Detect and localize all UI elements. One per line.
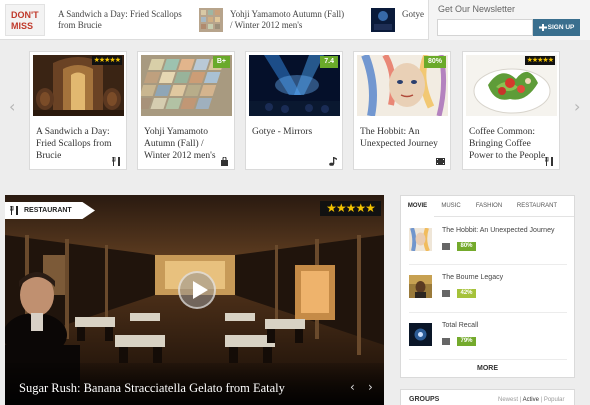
- film-icon: [436, 158, 445, 165]
- shopping-bag-icon: [221, 157, 228, 166]
- carousel-card[interactable]: ★★★★★ Coffee Common: Bringing Coffee Pow…: [462, 51, 560, 170]
- carousel-prev-button[interactable]: ‹: [9, 97, 15, 116]
- card-score-badge: B+: [212, 56, 230, 68]
- sign-up-label: SIGN UP: [547, 24, 575, 31]
- movie-thumbnail: [409, 323, 432, 346]
- film-icon: [442, 290, 450, 297]
- card-title[interactable]: A Sandwich a Day: Fried Scallops from Br…: [36, 126, 116, 162]
- ticker-item-title[interactable]: Gotye: [402, 9, 424, 20]
- tab-fashion[interactable]: FASHION: [471, 196, 507, 217]
- groups-filter: Newest | Active | Popular: [498, 397, 565, 403]
- list-item[interactable]: The Bourne Legacy 42%: [401, 265, 574, 311]
- top-bar: DON'T MISS A Sandwich a Day: Fried Scall…: [0, 0, 590, 40]
- carousel-next-button[interactable]: ›: [574, 97, 580, 116]
- category-tag[interactable]: RESTAURANT REVIEW: [5, 202, 95, 219]
- movie-score-badge: 42%: [457, 289, 476, 298]
- newsletter-box: Get Our Newsletter SIGN UP: [428, 0, 590, 40]
- carousel-card[interactable]: B+ Yohji Yamamoto Autumn (Fall) / Winter…: [137, 51, 235, 170]
- card-title[interactable]: The Hobbit: An Unexpected Journey: [360, 126, 440, 150]
- featured-next-button[interactable]: ›: [368, 380, 373, 394]
- filter-active[interactable]: Active: [523, 397, 539, 403]
- ticker-item-title[interactable]: Yohji Yamamoto Autumn (Fall) / Winter 20…: [230, 9, 348, 31]
- movie-title[interactable]: The Bourne Legacy: [442, 274, 503, 281]
- movie-title[interactable]: Total Recall: [442, 322, 478, 329]
- featured-star-rating: ★★★★★: [320, 201, 381, 216]
- music-note-icon: [329, 157, 337, 166]
- card-title[interactable]: Gotye - Mirrors: [252, 126, 332, 138]
- tab-widget: MOVIE MUSIC FASHION RESTAURANT The Hobbi…: [400, 195, 575, 378]
- card-score-badge: 80%: [423, 56, 446, 68]
- fork-knife-icon: [112, 157, 120, 166]
- movie-score-badge: 80%: [457, 242, 476, 251]
- filter-popular[interactable]: Popular: [544, 397, 565, 403]
- groups-widget: GROUPS Newest | Active | Popular: [400, 389, 575, 405]
- movie-score-badge: 79%: [457, 337, 476, 346]
- sign-up-button[interactable]: SIGN UP: [533, 19, 580, 36]
- featured-title[interactable]: Sugar Rush: Banana Stracciatella Gelato …: [19, 381, 285, 396]
- list-item[interactable]: The Hobbit: An Unexpected Journey 80%: [401, 218, 574, 264]
- filter-newest[interactable]: Newest: [498, 397, 518, 403]
- ticker-item-title[interactable]: A Sandwich a Day: Fried Scallops from Br…: [58, 9, 188, 31]
- tab-row: MOVIE MUSIC FASHION RESTAURANT: [401, 196, 574, 217]
- tab-movie[interactable]: MOVIE: [401, 196, 434, 217]
- card-star-rating: ★★★★★: [524, 56, 555, 65]
- tab-music[interactable]: MUSIC: [436, 196, 466, 217]
- card-star-rating: ★★★★★: [91, 56, 122, 65]
- newsletter-title: Get Our Newsletter: [438, 4, 516, 14]
- carousel-card[interactable]: ★★★★★ A Sandwich a Day: Fried Scallops f…: [29, 51, 127, 170]
- groups-title: GROUPS: [409, 396, 440, 403]
- featured-prev-button[interactable]: ‹: [350, 380, 355, 394]
- card-title[interactable]: Coffee Common: Bringing Coffee Power to …: [469, 126, 549, 162]
- fork-knife-icon: [545, 157, 553, 166]
- fork-knife-icon: [10, 206, 18, 215]
- movie-thumbnail: [409, 228, 432, 251]
- film-icon: [442, 243, 450, 250]
- newsletter-email-input[interactable]: [437, 19, 533, 36]
- card-title[interactable]: Yohji Yamamoto Autumn (Fall) / Winter 20…: [144, 126, 224, 162]
- dont-miss-label: DON'T MISS: [5, 4, 45, 36]
- more-button[interactable]: MORE: [401, 360, 574, 377]
- carousel-card[interactable]: 7.4 Gotye - Mirrors: [245, 51, 343, 170]
- film-icon: [442, 338, 450, 345]
- plus-icon: [538, 24, 547, 31]
- featured-post[interactable]: RESTAURANT REVIEW ★★★★★ Sugar Rush: Bana…: [5, 195, 384, 405]
- ticker-thumbnail[interactable]: [371, 8, 395, 32]
- tab-restaurant[interactable]: RESTAURANT: [511, 196, 563, 217]
- movie-title[interactable]: The Hobbit: An Unexpected Journey: [442, 227, 554, 234]
- play-button[interactable]: [178, 271, 216, 309]
- card-score-badge: 7.4: [320, 56, 338, 68]
- ticker-thumbnail[interactable]: [199, 8, 223, 32]
- movie-thumbnail: [409, 275, 432, 298]
- list-item[interactable]: Total Recall 79%: [401, 313, 574, 359]
- carousel-card[interactable]: 80% The Hobbit: An Unexpected Journey: [353, 51, 451, 170]
